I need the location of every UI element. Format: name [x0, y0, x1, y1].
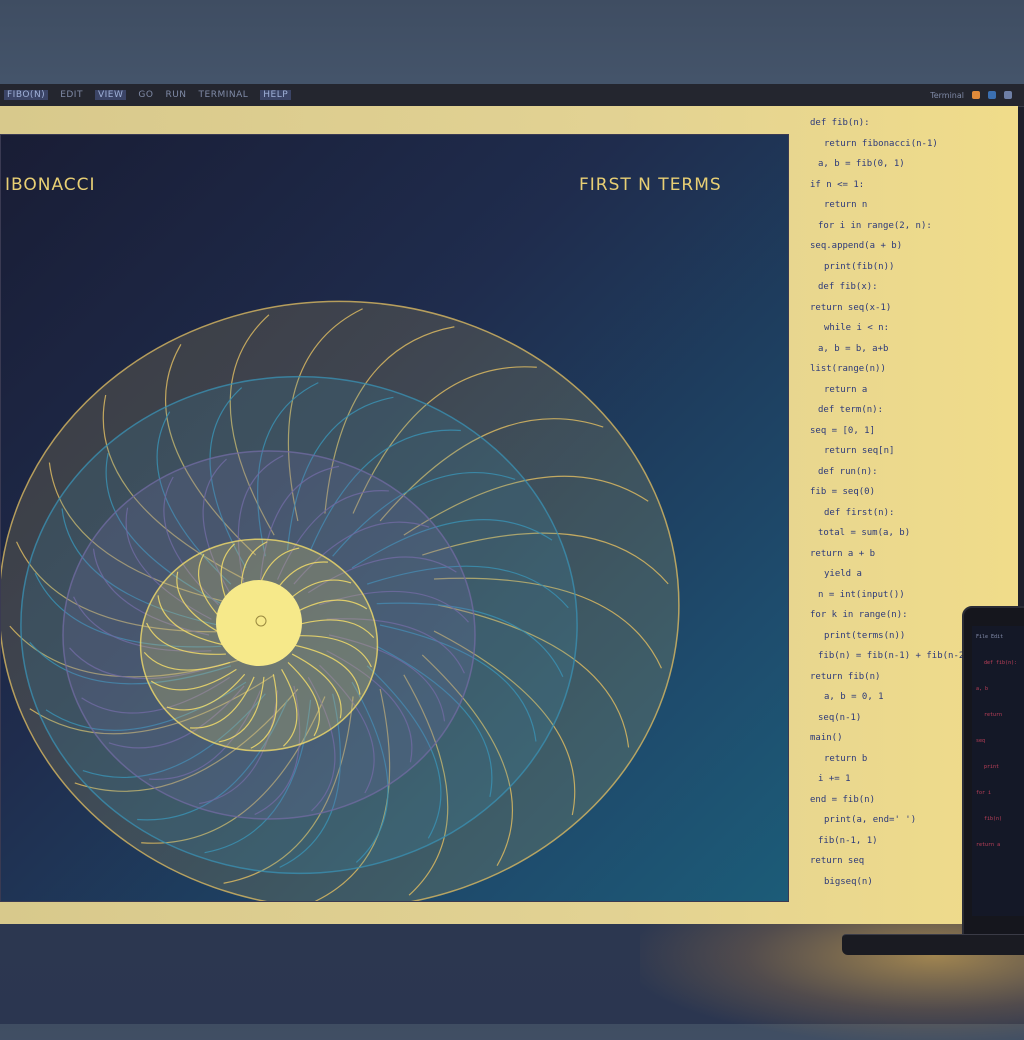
laptop-code-line: File Edit [976, 634, 1004, 640]
laptop-code-line: a, b [976, 686, 989, 692]
code-line[interactable]: print(a, end=' ') [824, 815, 916, 825]
laptop-code-line: fib(n) [984, 816, 1003, 822]
code-line[interactable]: return a + b [810, 549, 875, 559]
fibonacci-spiral-art [1, 300, 680, 901]
laptop-code-line: return [984, 712, 1003, 718]
code-line[interactable]: seq = [0, 1] [810, 426, 875, 436]
laptop-code-line: seq [976, 738, 986, 744]
code-line[interactable]: return fibonacci(n-1) [824, 139, 938, 149]
laptop-screen: File Edit def fib(n): a, b return seq pri… [972, 626, 1024, 916]
code-line[interactable]: n = int(input()) [818, 590, 905, 600]
code-line[interactable]: def term(n): [818, 405, 883, 415]
status-text: Terminal [930, 90, 964, 100]
code-line[interactable]: return a [824, 385, 867, 395]
code-line[interactable]: seq(n-1) [818, 713, 861, 723]
code-line[interactable]: a, b = 0, 1 [824, 692, 884, 702]
laptop-code-line: for i [976, 790, 992, 796]
code-line[interactable]: for i in range(2, n): [818, 221, 932, 231]
code-line[interactable]: i += 1 [818, 774, 851, 784]
code-line[interactable]: fib(n-1, 1) [818, 836, 878, 846]
status-dot-grey-icon[interactable] [1004, 91, 1012, 99]
laptop-base [842, 934, 1024, 955]
code-line[interactable]: fib = seq(0) [810, 487, 875, 497]
code-line[interactable]: def run(n): [818, 467, 878, 477]
code-line[interactable]: yield a [824, 569, 862, 579]
laptop: File Edit def fib(n): a, b return seq pri… [958, 606, 1024, 940]
code-line[interactable]: print(terms(n)) [824, 631, 905, 641]
menu-item-view[interactable]: VIEW [94, 90, 127, 100]
code-line[interactable]: if n <= 1: [810, 180, 864, 190]
code-line[interactable]: seq.append(a + b) [810, 241, 902, 251]
menu-item-terminal[interactable]: TERMINAL [199, 90, 249, 100]
menu-item-fibo[interactable]: FIBO(N) [4, 90, 49, 100]
code-line[interactable]: while i < n: [824, 323, 889, 333]
menu-list: FIBO(N) EDIT VIEW GO RUN TERMINAL HELP [0, 90, 292, 100]
canvas-title-right: FIRST N TERMS [579, 175, 722, 195]
spiral-core [216, 580, 302, 666]
code-line[interactable]: bigseq(n) [824, 877, 873, 887]
menu-item-edit[interactable]: EDIT [60, 90, 83, 100]
code-line[interactable]: return fib(n) [810, 672, 880, 682]
code-line[interactable]: fib(n) = fib(n-1) + fib(n-2) [818, 651, 970, 661]
monitor: FIBO(N) EDIT VIEW GO RUN TERMINAL HELP T… [0, 84, 1024, 924]
code-line[interactable]: for k in range(n): [810, 610, 908, 620]
laptop-code-line: return a [976, 842, 1001, 848]
canvas-title-left: IBONACCI [5, 175, 96, 195]
laptop-code-line: def fib(n): [984, 660, 1018, 666]
code-line[interactable]: def fib(n): [810, 118, 870, 128]
menu-item-help[interactable]: HELP [260, 90, 292, 100]
code-line[interactable]: return seq(x-1) [810, 303, 891, 313]
status-area: Terminal [930, 91, 1024, 100]
editor-screen: IBONACCI FIRST N TERMS def fib(n): retur… [0, 106, 1018, 924]
code-line[interactable]: list(range(n)) [810, 364, 886, 374]
visualization-canvas: IBONACCI FIRST N TERMS [0, 134, 789, 902]
laptop-code-line: print [984, 764, 1000, 770]
code-line[interactable]: return b [824, 754, 867, 764]
status-dot-orange-icon[interactable] [972, 91, 980, 99]
status-dot-blue-icon[interactable] [988, 91, 996, 99]
code-line[interactable]: return seq[n] [824, 446, 894, 456]
code-line[interactable]: end = fib(n) [810, 795, 875, 805]
code-line[interactable]: def first(n): [824, 508, 894, 518]
code-line[interactable]: print(fib(n)) [824, 262, 894, 272]
menu-item-run[interactable]: RUN [165, 90, 186, 100]
code-line[interactable]: def fib(x): [818, 282, 878, 292]
code-line[interactable]: return seq [810, 856, 864, 866]
menu-item-go[interactable]: GO [138, 90, 153, 100]
menu-bar: FIBO(N) EDIT VIEW GO RUN TERMINAL HELP T… [0, 84, 1024, 107]
code-line[interactable]: return n [824, 200, 867, 210]
code-line[interactable]: total = sum(a, b) [818, 528, 910, 538]
code-line[interactable]: a, b = b, a+b [818, 344, 888, 354]
code-line[interactable]: main() [810, 733, 843, 743]
code-line[interactable]: a, b = fib(0, 1) [818, 159, 905, 169]
